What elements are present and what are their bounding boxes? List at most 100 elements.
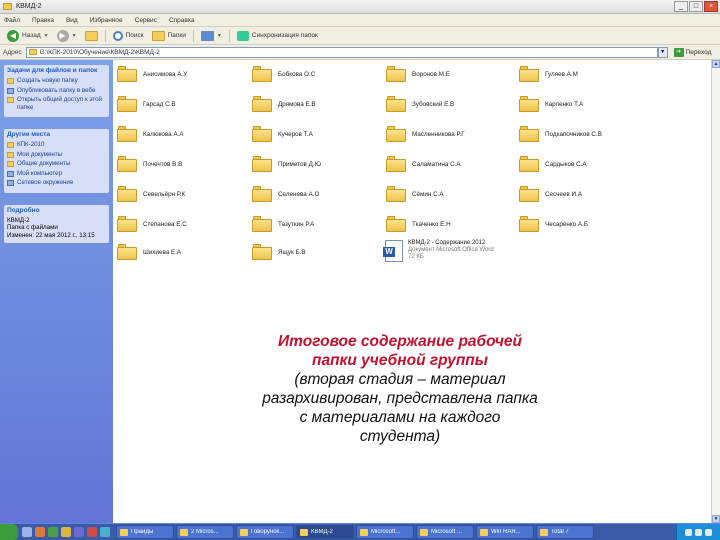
- back-label: Назад: [22, 32, 41, 39]
- app-icon: [300, 528, 308, 536]
- folder-item[interactable]: Масленникова Р.Г: [386, 126, 465, 142]
- place-my-computer[interactable]: Мой компьютер: [7, 170, 106, 178]
- tray-icon[interactable]: [695, 528, 702, 536]
- title-bar: КВМД-2 _ □ ×: [0, 0, 720, 14]
- chevron-down-icon: ▼: [43, 32, 49, 39]
- task-publish-web[interactable]: Опубликовать папку в вебе: [7, 87, 106, 95]
- sync-folders-button[interactable]: Синхронизация папок: [233, 28, 322, 44]
- folder-item[interactable]: Сёмин С.А: [386, 186, 444, 202]
- folder-item[interactable]: Приметов Д.Ю: [252, 156, 321, 172]
- panel-title[interactable]: Подробно: [7, 207, 106, 214]
- quick-launch-icon[interactable]: [100, 527, 110, 537]
- scroll-down-arrow[interactable]: ▼: [712, 515, 720, 523]
- taskbar-button[interactable]: Прайды: [116, 525, 174, 539]
- tray-icon[interactable]: [685, 528, 692, 536]
- place-network[interactable]: Сетевое окружение: [7, 179, 106, 187]
- folder-label: Севельёрн Р.К: [143, 190, 186, 198]
- forward-button[interactable]: ▶ ▼: [53, 28, 81, 44]
- folder-item[interactable]: Шихиева Е.А: [117, 244, 181, 260]
- taskbar-button[interactable]: Microsoft ...: [416, 525, 474, 539]
- address-input[interactable]: G:\КПК-2010\Обучение\КВМД-2\КВМД-2: [25, 46, 658, 58]
- folder-item[interactable]: Подкапочников С.В: [519, 126, 602, 142]
- go-label: Переход: [685, 48, 712, 56]
- folder-item[interactable]: Бобкова О.С: [252, 66, 315, 82]
- folder-item[interactable]: Селенева А.О: [252, 186, 319, 202]
- quick-launch-icon[interactable]: [48, 527, 58, 537]
- folder-item[interactable]: Сесчеев И.А: [519, 186, 582, 202]
- go-button[interactable]: ➜ Переход: [673, 47, 712, 57]
- folder-item[interactable]: Ящук Б.В: [252, 244, 306, 260]
- folder-icon: [252, 186, 272, 202]
- folder-item[interactable]: Карпенко Т.А: [519, 96, 583, 112]
- menu-help[interactable]: Справка: [169, 17, 195, 24]
- folder-item[interactable]: Воронов М.Е: [386, 66, 450, 82]
- taskbar-button[interactable]: 2 Micros...: [176, 525, 234, 539]
- folder-item[interactable]: Дрямова Е.В: [252, 96, 316, 112]
- folder-item[interactable]: Чесаренко А.Б: [519, 216, 588, 232]
- quick-launch: [22, 527, 110, 537]
- folder-item[interactable]: Степанова Е.С: [117, 216, 187, 232]
- taskbar-button[interactable]: КВМД-2: [296, 525, 354, 539]
- task-share-folder[interactable]: Открыть общий доступ к этой папке: [7, 96, 106, 111]
- quick-launch-icon[interactable]: [35, 527, 45, 537]
- menu-edit[interactable]: Правка: [32, 17, 54, 24]
- folder-label: Подкапочников С.В: [545, 130, 602, 138]
- vertical-scrollbar[interactable]: ▲ ▼: [711, 60, 720, 523]
- folder-item[interactable]: Сардыков С.А: [519, 156, 587, 172]
- menu-tools[interactable]: Сервис: [135, 17, 157, 24]
- back-button[interactable]: ◀ Назад ▼: [3, 28, 53, 44]
- folder-item[interactable]: Калюкова А.А: [117, 126, 184, 142]
- close-button[interactable]: ×: [704, 0, 718, 12]
- folder-item[interactable]: Ткаченко Е.Н: [386, 216, 451, 232]
- details-name: КВМД-2: [7, 216, 30, 224]
- scroll-up-arrow[interactable]: ▲: [712, 60, 720, 68]
- quick-launch-icon[interactable]: [22, 527, 32, 537]
- folder-item[interactable]: Тазуткин Р.А: [252, 216, 314, 232]
- maximize-button[interactable]: □: [689, 0, 703, 12]
- word-document[interactable]: W КВМД-2 - Содержание 2012 Документ Micr…: [383, 240, 494, 262]
- taskbar-button[interactable]: Win RAR...: [476, 525, 534, 539]
- task-new-folder[interactable]: Создать новую папку: [7, 77, 106, 85]
- panel-title[interactable]: Другие места: [7, 131, 106, 138]
- folders-icon: [151, 30, 165, 41]
- address-dropdown[interactable]: ▼: [657, 46, 668, 58]
- folder-item[interactable]: Почечтов В.В: [117, 156, 182, 172]
- folder-icon: [519, 216, 539, 232]
- folder-item[interactable]: Саламатина С.А: [386, 156, 461, 172]
- minimize-button[interactable]: _: [674, 0, 688, 12]
- tray-icon[interactable]: [705, 528, 712, 536]
- place-kpk[interactable]: КПК-2010: [7, 141, 106, 149]
- taskbar-button[interactable]: Говорунок...: [236, 525, 294, 539]
- folder-item[interactable]: Зубовский Е.В: [386, 96, 454, 112]
- place-my-documents[interactable]: Мои документы: [7, 151, 106, 159]
- taskbar-button[interactable]: Total 7: [536, 525, 594, 539]
- details-panel: Подробно КВМД-2 Папка с файлами Изменен:…: [4, 204, 109, 243]
- quick-launch-icon[interactable]: [74, 527, 84, 537]
- place-shared-documents[interactable]: Общие документы: [7, 160, 106, 168]
- folder-item[interactable]: Кучеров Т.А: [252, 126, 313, 142]
- menu-favorites[interactable]: Избранное: [90, 17, 123, 24]
- folder-label: Масленникова Р.Г: [412, 130, 465, 138]
- folder-item[interactable]: Гуляев А.М: [519, 66, 578, 82]
- menu-file[interactable]: Файл: [4, 17, 20, 24]
- quick-launch-icon[interactable]: [61, 527, 71, 537]
- sync-icon: [236, 30, 249, 41]
- search-button[interactable]: Поиск: [109, 28, 148, 44]
- folders-button[interactable]: Папки: [148, 28, 190, 44]
- menu-view[interactable]: Вид: [66, 17, 78, 24]
- folder-item[interactable]: Анисимова А.У: [117, 66, 187, 82]
- start-button[interactable]: [0, 523, 18, 540]
- taskbar-button[interactable]: Microsoft...: [356, 525, 414, 539]
- folder-icon: [519, 156, 539, 172]
- address-bar: Адрес G:\КПК-2010\Обучение\КВМД-2\КВМД-2…: [0, 45, 720, 60]
- folder-label: Гуляев А.М: [545, 70, 578, 78]
- document-size: 72 КБ: [408, 254, 424, 260]
- folder-item[interactable]: Севельёрн Р.К: [117, 186, 185, 202]
- place-label: Сетевое окружение: [17, 179, 74, 186]
- folder-item[interactable]: Гарсад С.В: [117, 96, 176, 112]
- panel-title[interactable]: Задачи для файлов и папок: [7, 67, 106, 74]
- up-button[interactable]: [81, 28, 102, 44]
- folder-icon: [386, 186, 406, 202]
- quick-launch-icon[interactable]: [87, 527, 97, 537]
- views-button[interactable]: ▼: [197, 28, 226, 44]
